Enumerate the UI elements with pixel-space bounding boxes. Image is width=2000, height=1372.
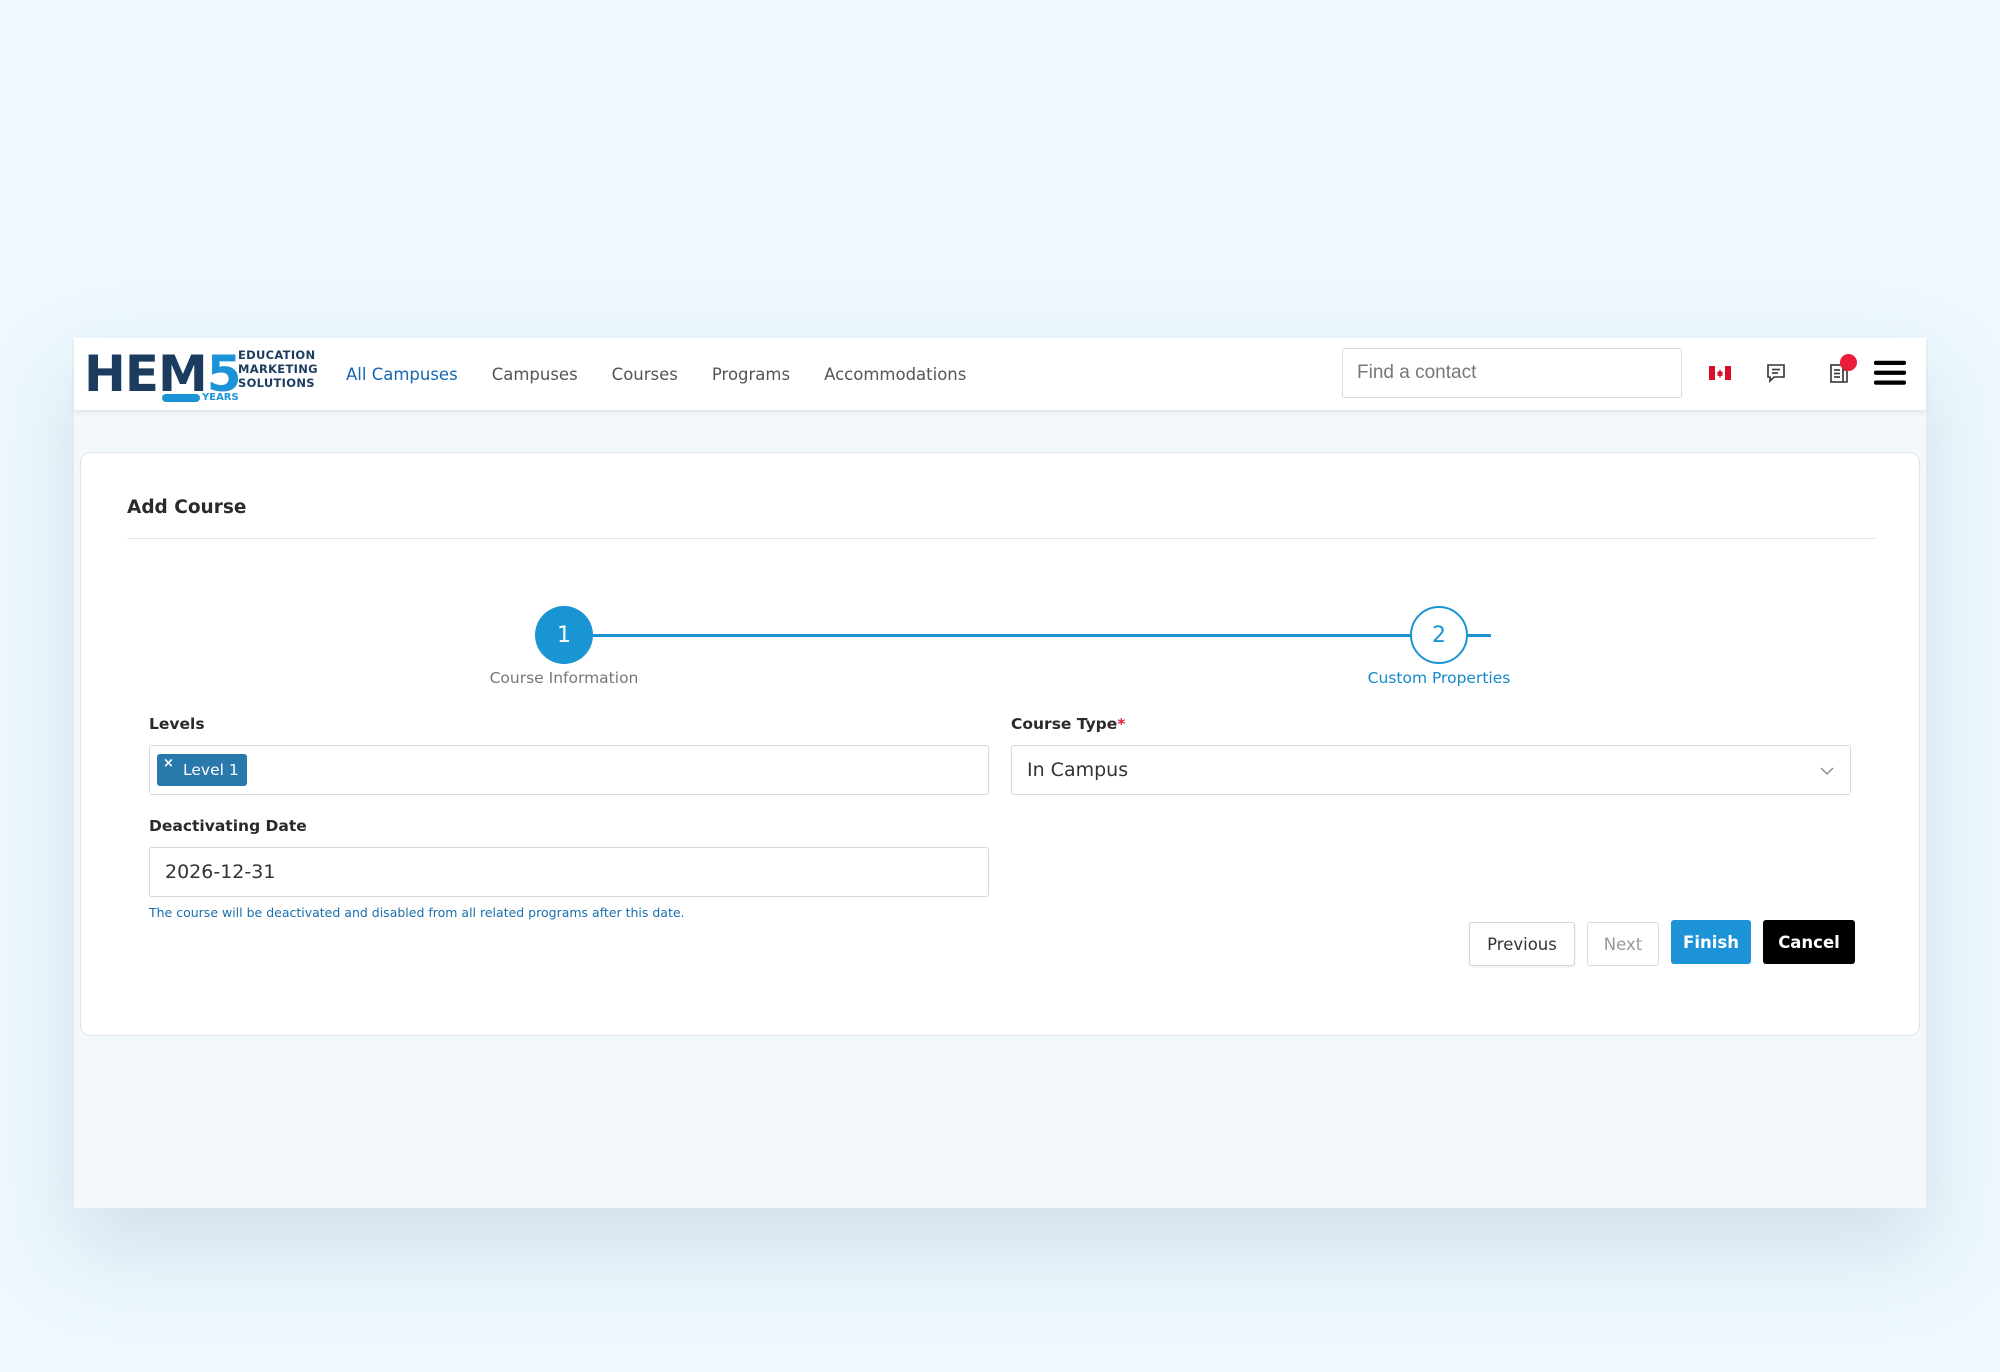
chat-icon[interactable] <box>1760 356 1792 390</box>
nav-courses[interactable]: Courses <box>612 365 678 384</box>
step-1-label: Course Information <box>489 669 639 687</box>
nav-links: All Campuses Campuses Courses Programs A… <box>346 338 1000 410</box>
nav-programs[interactable]: Programs <box>712 365 790 384</box>
chevron-down-icon <box>1819 759 1835 781</box>
deactivating-hint: The course will be deactivated and disab… <box>149 905 685 920</box>
hamburger-menu-icon[interactable] <box>1874 356 1906 390</box>
page-title: Add Course <box>127 497 247 518</box>
nav-all-campuses[interactable]: All Campuses <box>346 365 458 384</box>
find-contact-input[interactable] <box>1342 348 1682 398</box>
logo-line-1: EDUCATION <box>238 348 316 362</box>
nav-accommodations[interactable]: Accommodations <box>824 365 966 384</box>
level-tag-label: Level 1 <box>183 761 239 779</box>
logo-line-2: MARKETING <box>238 362 318 376</box>
next-button[interactable]: Next <box>1587 922 1659 966</box>
step-1-circle[interactable]: 1 <box>535 606 593 664</box>
cancel-button[interactable]: Cancel <box>1763 920 1855 964</box>
logo-bar <box>162 394 200 402</box>
logo[interactable]: HEM5 EDUCATION MARKETING SOLUTIONS YEARS <box>84 342 318 406</box>
course-type-label: Course Type* <box>1011 715 1125 733</box>
add-course-card: Add Course 1 2 Course Information Custom… <box>80 452 1920 1036</box>
previous-button[interactable]: Previous <box>1469 922 1575 966</box>
step-2-label[interactable]: Custom Properties <box>1289 669 1589 687</box>
step-2-circle[interactable]: 2 <box>1410 606 1468 664</box>
stepper-line <box>591 634 1491 637</box>
top-navbar: HEM5 EDUCATION MARKETING SOLUTIONS YEARS… <box>74 338 1926 410</box>
nav-campuses[interactable]: Campuses <box>492 365 578 384</box>
canada-flag-icon[interactable] <box>1704 356 1736 390</box>
levels-label: Levels <box>149 715 205 733</box>
news-icon[interactable] <box>1823 354 1857 390</box>
notification-badge <box>1840 354 1857 371</box>
finish-button[interactable]: Finish <box>1671 920 1751 964</box>
course-type-value: In Campus <box>1027 759 1129 781</box>
deactivating-date-label: Deactivating Date <box>149 817 307 835</box>
deactivating-date-value: 2026-12-31 <box>165 861 276 883</box>
course-type-select[interactable]: In Campus <box>1011 745 1851 795</box>
course-type-label-text: Course Type <box>1011 715 1118 733</box>
deactivating-date-input[interactable]: 2026-12-31 <box>149 847 989 897</box>
level-tag: × Level 1 <box>157 754 247 786</box>
divider <box>127 538 1875 539</box>
levels-multiselect[interactable]: × Level 1 <box>149 745 989 795</box>
logo-line-3: SOLUTIONS <box>238 376 315 390</box>
logo-years: YEARS <box>202 392 239 403</box>
remove-tag-icon[interactable]: × <box>163 756 174 771</box>
logo-tagline: EDUCATION MARKETING SOLUTIONS <box>238 348 318 390</box>
required-marker: * <box>1117 715 1126 733</box>
